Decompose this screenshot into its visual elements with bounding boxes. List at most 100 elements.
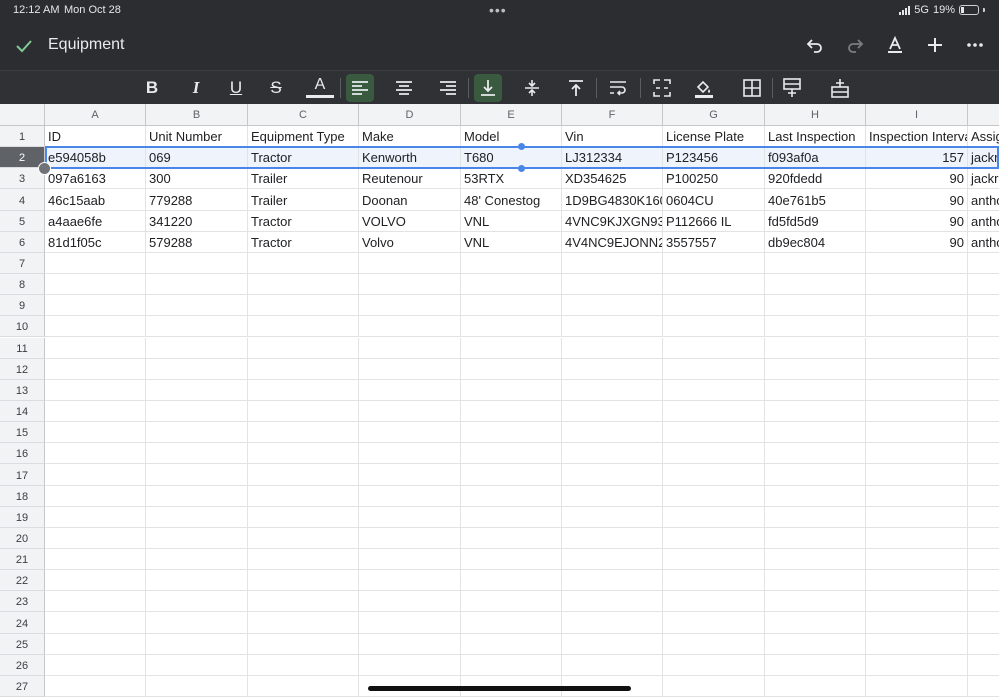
cell[interactable]	[146, 506, 248, 528]
cell[interactable]	[866, 612, 968, 634]
cell[interactable]	[45, 527, 146, 549]
cell[interactable]	[866, 443, 968, 465]
cell[interactable]	[461, 379, 562, 401]
cell[interactable]	[562, 443, 663, 465]
column-header-a[interactable]: A	[45, 104, 146, 126]
bold-icon[interactable]: B	[138, 74, 166, 102]
row-header-14[interactable]: 14	[0, 400, 45, 423]
cell[interactable]	[562, 274, 663, 296]
cell[interactable]	[663, 464, 765, 486]
cell[interactable]	[663, 379, 765, 401]
cell[interactable]	[765, 527, 866, 549]
cell[interactable]	[663, 527, 765, 549]
plus-icon[interactable]	[923, 33, 947, 57]
cell[interactable]	[248, 358, 359, 380]
row-header-20[interactable]: 20	[0, 527, 45, 549]
cell[interactable]	[765, 295, 866, 317]
insert-row-icon[interactable]	[778, 74, 806, 102]
row-header-26[interactable]: 26	[0, 654, 45, 676]
cell[interactable]: P112666 IL	[663, 210, 765, 232]
cell[interactable]	[248, 570, 359, 592]
cell[interactable]	[146, 422, 248, 444]
cell[interactable]: LJ312334	[562, 147, 663, 169]
home-indicator[interactable]	[368, 686, 631, 691]
cell[interactable]	[968, 655, 999, 676]
cell[interactable]: db9ec804	[765, 231, 866, 253]
cell[interactable]	[968, 634, 999, 655]
cell[interactable]	[968, 359, 999, 380]
cell[interactable]	[248, 633, 359, 655]
multitasking-dots-icon[interactable]: •••	[489, 2, 507, 18]
cell[interactable]	[765, 274, 866, 296]
cell[interactable]	[765, 316, 866, 338]
cell[interactable]	[968, 380, 999, 401]
more-icon[interactable]	[963, 33, 987, 57]
valign-bottom-icon[interactable]	[474, 74, 502, 102]
cell[interactable]	[765, 464, 866, 486]
cell[interactable]	[663, 274, 765, 296]
cell[interactable]: 579288	[146, 231, 248, 253]
cell[interactable]	[562, 485, 663, 507]
cell[interactable]	[359, 358, 461, 380]
cell[interactable]	[248, 612, 359, 634]
cell[interactable]	[562, 506, 663, 528]
cell[interactable]: Tractor	[248, 210, 359, 232]
cell[interactable]	[765, 633, 866, 655]
cell[interactable]	[45, 379, 146, 401]
cell[interactable]: 3557557	[663, 231, 765, 253]
cell[interactable]	[866, 549, 968, 571]
cell[interactable]	[968, 338, 999, 359]
cell[interactable]	[248, 422, 359, 444]
cell[interactable]	[866, 485, 968, 507]
document-title[interactable]: Equipment	[48, 36, 125, 54]
cell[interactable]	[45, 675, 146, 698]
cell[interactable]	[663, 633, 765, 655]
undo-icon[interactable]	[803, 33, 827, 57]
cell[interactable]	[765, 485, 866, 507]
cell[interactable]	[866, 316, 968, 338]
cell[interactable]: 779288	[146, 189, 248, 211]
cell[interactable]: P100250	[663, 168, 765, 190]
cell[interactable]: Unit Number	[146, 126, 248, 148]
column-header-f[interactable]: F	[562, 104, 663, 126]
cell[interactable]: Inspection Interval	[866, 126, 968, 148]
cell[interactable]: 90	[866, 210, 968, 232]
cell[interactable]	[45, 358, 146, 380]
wrap-text-icon[interactable]	[604, 74, 632, 102]
cell[interactable]	[968, 591, 999, 613]
cell[interactable]: License Plate	[663, 126, 765, 148]
row-header-25[interactable]: 25	[0, 633, 45, 655]
cell[interactable]: antho	[968, 189, 999, 211]
cell[interactable]	[146, 316, 248, 338]
cell[interactable]	[146, 337, 248, 359]
row-header-19[interactable]: 19	[0, 506, 45, 528]
italic-icon[interactable]: I	[182, 74, 210, 102]
row-header-17[interactable]: 17	[0, 464, 45, 486]
cell[interactable]	[461, 422, 562, 444]
cell[interactable]	[248, 252, 359, 275]
cell[interactable]	[359, 570, 461, 592]
cell[interactable]	[562, 252, 663, 275]
cell[interactable]	[461, 654, 562, 676]
cell[interactable]: f093af0a	[765, 147, 866, 169]
cell[interactable]	[866, 252, 968, 275]
cell[interactable]: VNL	[461, 231, 562, 253]
cell[interactable]	[45, 485, 146, 507]
row-header-1[interactable]: 1	[0, 126, 45, 148]
cell[interactable]	[765, 506, 866, 528]
cell[interactable]	[359, 295, 461, 317]
cell[interactable]: ID	[45, 126, 146, 148]
cell[interactable]	[866, 295, 968, 317]
cell[interactable]: jackr	[968, 147, 999, 169]
cell[interactable]	[461, 443, 562, 465]
cell[interactable]	[461, 358, 562, 380]
spreadsheet-grid[interactable]: A B C D E F G H I 1 ID Unit Number Equipment Type Mak…	[0, 104, 999, 698]
cell[interactable]: antho	[968, 211, 999, 232]
cell[interactable]	[562, 654, 663, 676]
row-header-27[interactable]: 27	[0, 675, 45, 698]
align-center-icon[interactable]	[390, 74, 418, 102]
cell[interactable]	[45, 633, 146, 655]
cell[interactable]	[461, 506, 562, 528]
cell[interactable]: Reutenour	[359, 168, 461, 190]
cell[interactable]	[461, 612, 562, 634]
